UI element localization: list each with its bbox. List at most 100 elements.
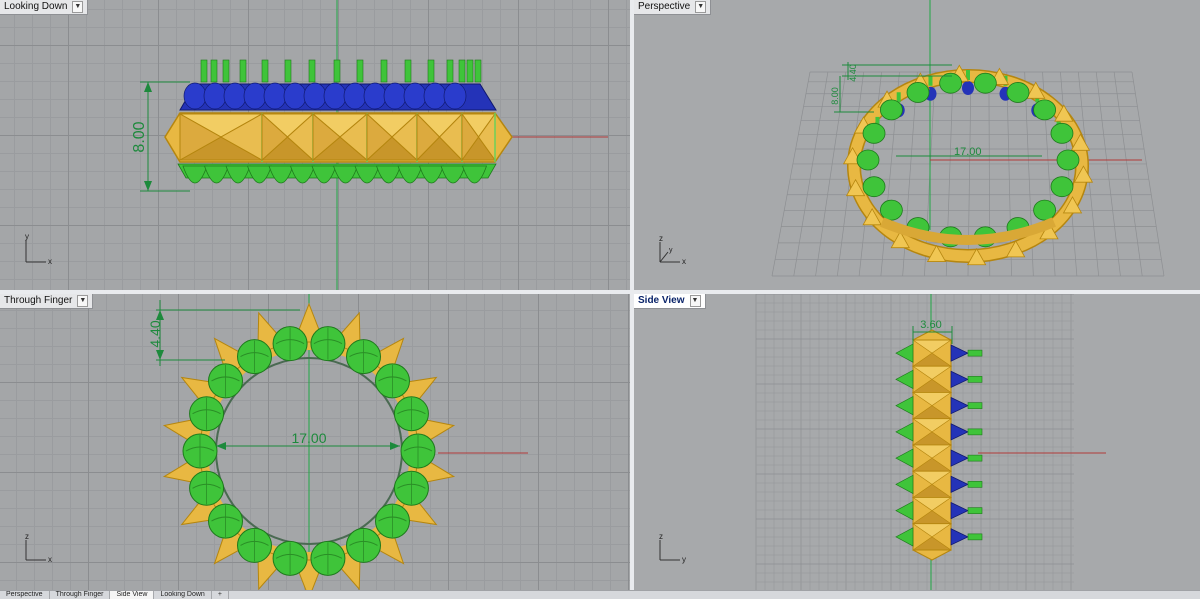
green-stone (237, 339, 272, 375)
blue-prong (363, 82, 387, 110)
svg-text:x: x (48, 555, 52, 564)
green-pin (474, 59, 482, 83)
blue-prong (183, 82, 207, 110)
green-cone (289, 165, 316, 184)
viewport-title-perspective[interactable]: Perspective ▼ (634, 0, 712, 15)
viewport-title-side-view[interactable]: Side View ▼ (634, 294, 706, 309)
green-stone (879, 199, 903, 221)
green-pin (427, 59, 435, 83)
green-stone (862, 122, 886, 144)
green-pin (210, 59, 218, 83)
blue-prong (343, 82, 367, 110)
viewport-title-looking-down[interactable]: Looking Down ▼ (0, 0, 89, 15)
green-stone (1050, 122, 1074, 144)
green-cone (203, 165, 230, 184)
pin-row (200, 59, 482, 83)
green-pin (333, 59, 341, 83)
green-stone (856, 149, 880, 171)
green-stone (393, 470, 429, 506)
dimension-label: 8.00 (131, 121, 148, 152)
green-pin (458, 59, 466, 83)
blue-prong (303, 82, 327, 110)
dimension-label: 17.00 (291, 430, 326, 446)
viewport-looking-down[interactable]: 8.00 y x Looking Down ▼ (0, 0, 630, 290)
pyramid-cell (178, 113, 264, 162)
green-stone (272, 326, 308, 362)
dropdown-arrow-icon[interactable]: ▼ (72, 1, 84, 13)
green-cone (182, 165, 208, 184)
green-cone (246, 165, 273, 184)
perspective-canvas[interactable]: 17.00 4.40 8.00 z x y (634, 0, 1200, 290)
green-pin (308, 59, 316, 83)
green-cone (440, 165, 466, 184)
green-stone (346, 339, 381, 375)
green-cone (225, 165, 251, 184)
pyramid-cell (415, 112, 464, 162)
green-stone (879, 99, 903, 121)
dimension-label: 8.00 (830, 87, 840, 105)
blue-prong (423, 82, 447, 110)
dropdown-arrow-icon[interactable]: ▼ (689, 295, 701, 307)
viewport-splitter-horizontal[interactable] (0, 290, 1200, 294)
green-stone (1056, 149, 1080, 171)
dimension-17: 17.00 (216, 430, 400, 450)
blue-prong (243, 82, 267, 110)
green-cone (268, 165, 294, 184)
blue-prong (443, 82, 467, 110)
viewport-side-view[interactable]: 3.60 z y Side View ▼ (634, 294, 1200, 590)
green-stone (1033, 99, 1057, 121)
green-cone (311, 165, 337, 184)
green-stone (400, 433, 436, 469)
axis-gizmo-icon: z x y (659, 234, 686, 266)
green-pin (380, 59, 388, 83)
viewport-through-finger[interactable]: 17.00 4.40 z x Through Finger ▼ (0, 294, 630, 590)
green-stone (310, 326, 346, 362)
green-pin (404, 59, 412, 83)
svg-text:y: y (669, 247, 673, 254)
dimension-label: 4.40 (848, 64, 858, 82)
green-cone (461, 165, 488, 184)
green-stone (310, 540, 346, 576)
svg-text:z: z (25, 532, 29, 541)
pyramid-cell (365, 112, 419, 162)
looking-down-canvas[interactable]: 8.00 y x (0, 0, 630, 290)
ring-perspective (842, 64, 1094, 266)
green-stone (374, 363, 410, 399)
green-stone (374, 503, 410, 539)
green-pin (446, 59, 454, 83)
blue-prong (383, 82, 407, 110)
green-stone (189, 396, 225, 432)
blue-prong (403, 82, 427, 110)
green-stone (393, 396, 429, 432)
green-pin (466, 59, 474, 83)
green-stone (346, 527, 381, 563)
green-pin (261, 59, 269, 83)
axis-gizmo-icon: z y (659, 532, 686, 564)
viewport-perspective[interactable]: 17.00 4.40 8.00 z x y Perspective ▼ (634, 0, 1200, 290)
pyramid-cell (461, 112, 496, 162)
viewport-title-text: Looking Down (4, 1, 68, 12)
viewport-title-through-finger[interactable]: Through Finger ▼ (0, 294, 94, 309)
green-stone (862, 176, 886, 198)
side-view-canvas[interactable]: 3.60 z y (634, 294, 1200, 590)
blue-prong (223, 82, 247, 110)
dropdown-arrow-icon[interactable]: ▼ (695, 1, 707, 13)
green-cone (397, 165, 423, 184)
viewport-splitter-vertical[interactable] (630, 0, 634, 590)
axis-gizmo-icon: z x (25, 532, 52, 564)
pyramid-cell (311, 112, 369, 162)
green-pin (222, 59, 230, 83)
green-stone (182, 433, 218, 469)
green-cone (354, 165, 380, 184)
viewport-title-text: Perspective (638, 1, 691, 12)
dropdown-arrow-icon[interactable]: ▼ (77, 295, 89, 307)
green-stone (208, 503, 244, 539)
green-pin (200, 59, 208, 83)
through-finger-canvas[interactable]: 17.00 4.40 z x (0, 294, 630, 590)
axis-gizmo-icon: y x (25, 232, 52, 266)
green-stone (906, 82, 930, 103)
green-pin (284, 59, 292, 83)
dimension-label: 17.00 (954, 146, 982, 158)
svg-text:x: x (682, 257, 686, 266)
gold-pyramids (178, 112, 496, 162)
